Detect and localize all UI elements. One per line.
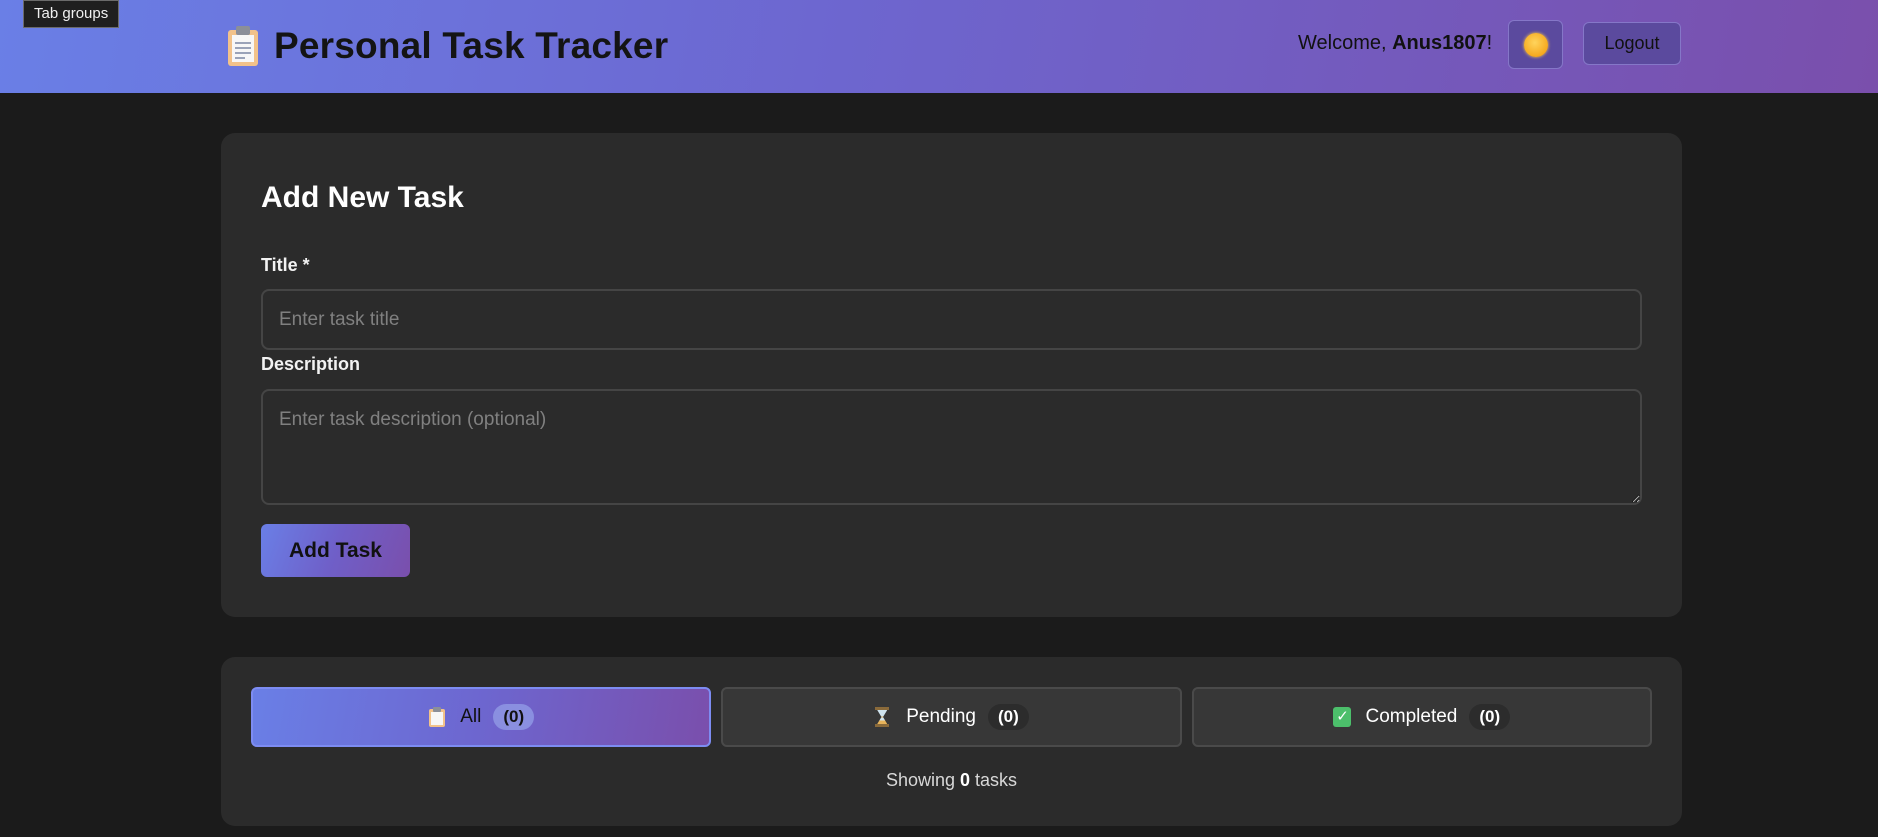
tab-all[interactable]: All (0) <box>251 687 712 747</box>
showing-count: 0 <box>960 770 971 790</box>
tab-label: All <box>460 706 482 727</box>
sun-icon <box>1523 32 1548 57</box>
tab-count: (0) <box>987 704 1029 730</box>
app-title: Personal Task Tracker <box>274 25 669 66</box>
tab-pending[interactable]: Pending (0) <box>721 687 1182 747</box>
app-header: Personal Task Tracker Welcome, Anus1807!… <box>0 0 1878 93</box>
welcome-prefix: Welcome, <box>1298 32 1393 54</box>
welcome-message: Welcome, Anus1807! <box>1298 32 1492 55</box>
tab-count: (0) <box>1469 704 1511 730</box>
clipboard-icon <box>226 26 260 66</box>
task-description-input[interactable] <box>261 389 1642 505</box>
task-count-summary: Showing 0 tasks <box>221 770 1682 791</box>
add-task-button[interactable]: Add Task <box>261 524 410 577</box>
description-label: Description <box>261 354 361 374</box>
tab-completed[interactable]: ✓ Completed (0) <box>1191 687 1652 747</box>
tab-label: Pending <box>906 706 976 727</box>
clipboard-icon <box>428 707 446 727</box>
title-label: Title * <box>261 255 310 275</box>
add-task-card: Add New Task Title * Description Add Tas… <box>221 133 1682 617</box>
task-title-input[interactable] <box>261 289 1642 350</box>
add-task-heading: Add New Task <box>261 181 464 214</box>
task-filter-card: All (0) Pending (0) ✓ Completed (0) Show… <box>221 657 1682 826</box>
welcome-suffix: ! <box>1486 32 1493 54</box>
tab-count: (0) <box>493 704 535 730</box>
hourglass-icon <box>874 707 892 727</box>
tab-groups-tooltip: Tab groups <box>23 0 120 28</box>
showing-suffix: tasks <box>970 770 1018 790</box>
username: Anus1807 <box>1392 32 1487 54</box>
brand: Personal Task Tracker <box>226 22 668 70</box>
theme-toggle-button[interactable] <box>1508 20 1563 69</box>
showing-prefix: Showing <box>885 770 961 790</box>
tab-label: Completed <box>1365 706 1458 727</box>
check-mark-icon: ✓ <box>1333 707 1352 727</box>
logout-button[interactable]: Logout <box>1583 22 1681 65</box>
filter-tabs: All (0) Pending (0) ✓ Completed (0) <box>251 687 1652 747</box>
